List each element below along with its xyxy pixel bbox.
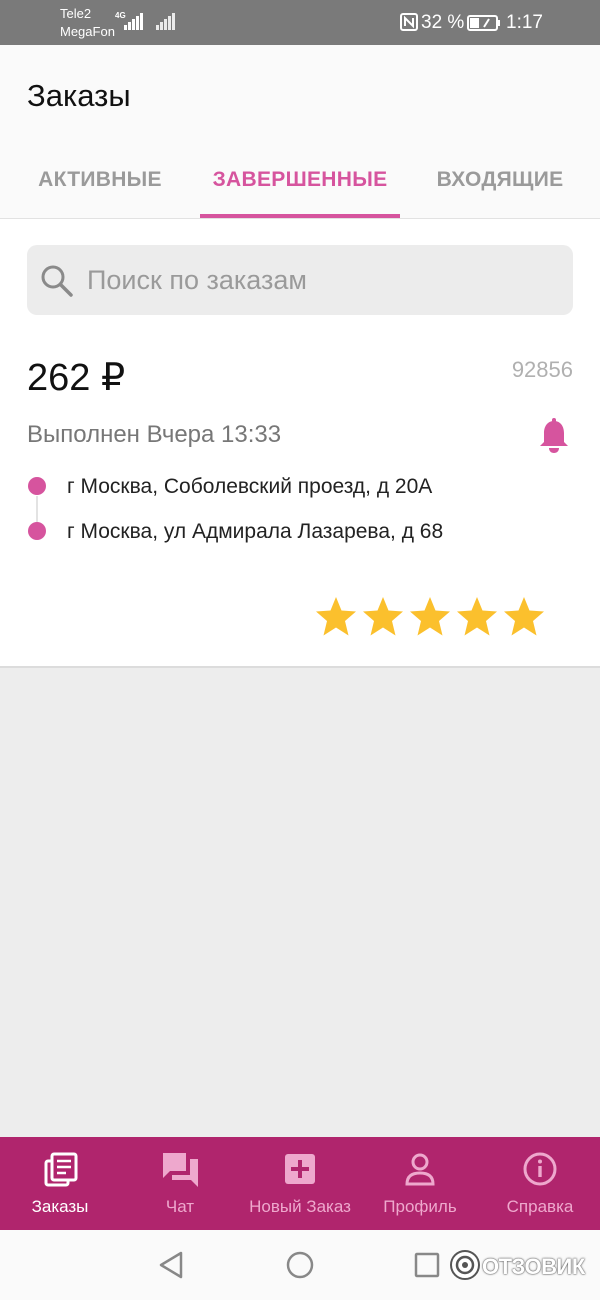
route-to-address: г Москва, ул Адмирала Лазарева, д 68 [67, 520, 444, 543]
person-icon [405, 1153, 435, 1186]
clock: 1:17 [506, 12, 543, 33]
nav-label-chat: Чат [165, 1197, 195, 1216]
tab-indicator [200, 214, 400, 218]
nfc-icon [400, 13, 418, 31]
nav-label-help: Справка [506, 1197, 574, 1216]
info-icon [523, 1152, 557, 1186]
watermark-text: ОТЗОВИК [482, 1254, 585, 1279]
search-icon [41, 265, 73, 297]
chat-icon [162, 1153, 198, 1187]
star-icon [504, 597, 544, 636]
search-input[interactable] [87, 259, 557, 301]
status-bar: Tele2 MegaFon 4G 32 % 1:17 [0, 0, 600, 45]
search-bar[interactable] [27, 245, 573, 315]
order-status: Выполнен Вчера 13:33 [27, 421, 282, 448]
nav-label-orders: Заказы [31, 1197, 89, 1216]
order-id: 92856 [511, 357, 573, 382]
page-title: Заказы [27, 78, 131, 113]
orders-icon [44, 1152, 78, 1187]
order-card[interactable]: 262 ₽ 92856 Выполнен Вчера 13:33 г Москв… [0, 333, 600, 668]
route-from-address: г Москва, Соболевский проезд, д 20А [67, 475, 433, 498]
battery-icon [467, 15, 500, 31]
nav-label-profile: Профиль [383, 1197, 457, 1216]
nav-item-orders[interactable]: Заказы [0, 1137, 120, 1230]
signal-icon-2 [156, 12, 176, 30]
recents-icon[interactable] [414, 1252, 440, 1278]
tab-active[interactable]: АКТИВНЫЕ [0, 168, 200, 192]
order-price: 262 ₽ [27, 357, 126, 399]
carrier-1: Tele2 [60, 6, 92, 21]
watermark-logo-icon [450, 1250, 480, 1280]
star-icon [363, 597, 403, 636]
route-start-dot [28, 477, 46, 495]
carrier-2: MegaFon [60, 24, 115, 39]
bottom-nav: Заказы Чат Новый Заказ Профиль Справка [0, 1137, 600, 1230]
route-end-dot [28, 522, 46, 540]
plus-square-icon [285, 1154, 315, 1184]
app-header: Заказы АКТИВНЫЕ ЗАВЕРШЕННЫЕ ВХОДЯЩИЕ [0, 45, 600, 219]
back-icon[interactable] [158, 1251, 184, 1279]
nav-item-chat[interactable]: Чат [120, 1137, 240, 1230]
nav-label-new-order: Новый Заказ [249, 1197, 351, 1216]
nav-item-new-order[interactable]: Новый Заказ [240, 1137, 360, 1230]
empty-list-area [0, 668, 600, 1138]
nav-item-profile[interactable]: Профиль [360, 1137, 480, 1230]
nav-item-help[interactable]: Справка [480, 1137, 600, 1230]
tab-incoming[interactable]: ВХОДЯЩИЕ [400, 168, 600, 192]
bell-icon[interactable] [538, 418, 570, 454]
star-icon [457, 597, 497, 636]
star-icon [410, 597, 450, 636]
tab-completed[interactable]: ЗАВЕРШЕННЫЕ [200, 168, 400, 192]
signal-icon [124, 12, 144, 30]
star-icon [316, 597, 356, 636]
home-icon[interactable] [286, 1251, 314, 1279]
battery-percent: 32 % [421, 12, 465, 33]
